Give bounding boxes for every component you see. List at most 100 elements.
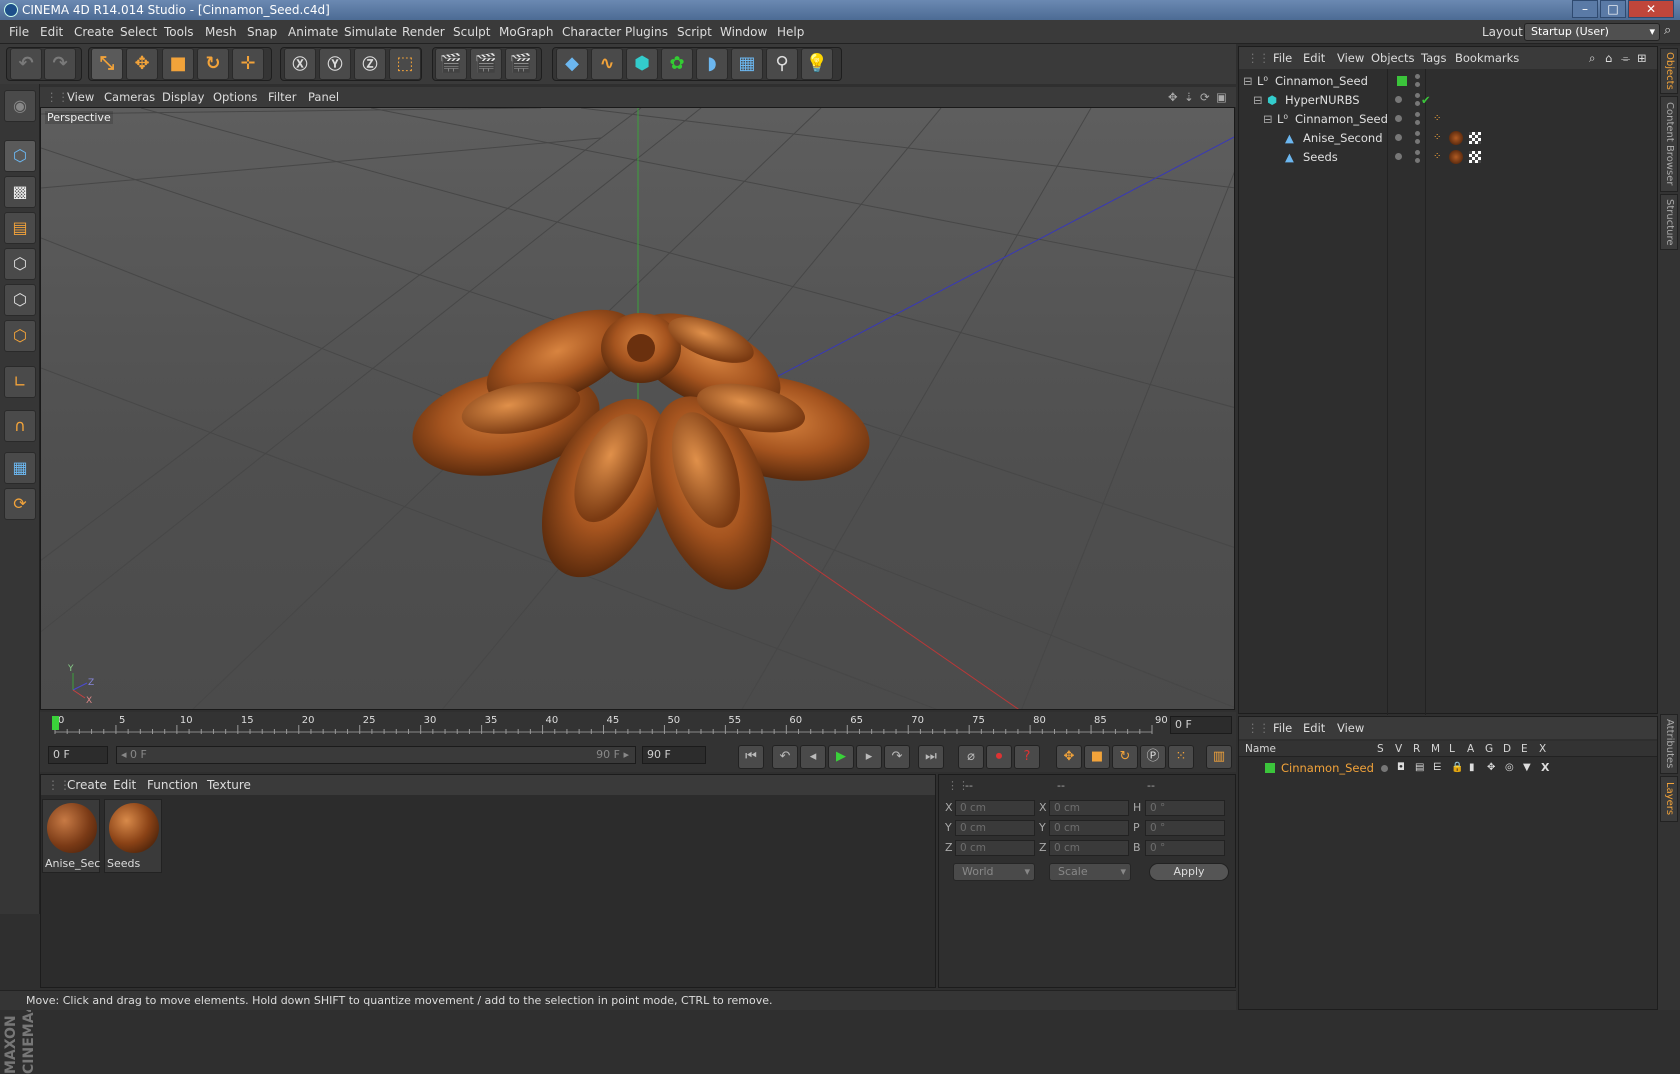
link-icon[interactable]: ⌯ <box>1621 47 1630 69</box>
rotation-b-field[interactable]: 0 ° <box>1145 840 1225 856</box>
rotation-p-field[interactable]: 0 ° <box>1145 820 1225 836</box>
menu-script[interactable]: Script <box>677 20 712 44</box>
subdivision-surface-icon[interactable]: ⬢ <box>626 48 658 80</box>
layer-deformer-icon[interactable]: ◎ <box>1505 759 1514 777</box>
object-menu-edit[interactable]: Edit <box>1303 47 1325 69</box>
object-row[interactable]: ▲ Seeds ⁘ <box>1239 147 1657 167</box>
object-row[interactable]: ⊟ ⬢ HyperNURBS ✔ <box>1239 90 1657 110</box>
autokey-icon[interactable]: ⏺ <box>986 745 1012 769</box>
apply-button[interactable]: Apply <box>1149 863 1229 881</box>
z-axis-lock-icon[interactable]: Ⓩ <box>354 48 386 80</box>
keyframe-record-icon[interactable]: ⌀ <box>958 745 984 769</box>
rotation-h-field[interactable]: 0 ° <box>1145 800 1225 816</box>
layer-xref-icon[interactable]: X <box>1541 759 1549 777</box>
object-row[interactable]: ▲ Anise_Second ⁘ <box>1239 128 1657 148</box>
layer-lock-icon[interactable]: 🔒 <box>1451 759 1463 777</box>
layer-col-expressions[interactable]: E <box>1521 741 1528 757</box>
menu-help[interactable]: Help <box>777 20 804 44</box>
menu-file[interactable]: File <box>9 20 29 44</box>
object-row[interactable]: ⊟ L⁰ Cinnamon_Seed <box>1239 71 1657 91</box>
timeline-ruler[interactable]: 0 5 10 15 20 25 30 35 40 45 50 55 60 65 70 75 80 85 90 0 F <box>40 712 1236 740</box>
viewport-menu-display[interactable]: Display <box>162 87 204 107</box>
key-position-icon[interactable]: ✥ <box>1056 745 1082 769</box>
go-to-end-icon[interactable]: ⏭ <box>918 745 944 769</box>
menu-create[interactable]: Create <box>74 20 114 44</box>
render-dot[interactable] <box>1415 120 1420 125</box>
current-frame-field[interactable]: 0 F <box>1170 716 1232 734</box>
maximize-button[interactable]: □ <box>1600 0 1626 18</box>
layer-col-view[interactable]: V <box>1395 741 1402 757</box>
layer-col-manager[interactable]: M <box>1431 741 1440 757</box>
object-menu-objects[interactable]: Objects <box>1371 47 1414 69</box>
end-frame-field[interactable]: 90 F <box>642 746 706 764</box>
play-icon[interactable]: ▶ <box>828 745 854 769</box>
cloner-icon[interactable]: ✿ <box>661 48 693 80</box>
undo-icon[interactable]: ↶ <box>10 48 42 80</box>
menu-mograph[interactable]: MoGraph <box>499 20 554 44</box>
enabled-check-icon[interactable]: ✔ <box>1421 90 1431 110</box>
layer-animation-icon[interactable]: ▮ <box>1469 759 1475 777</box>
layer-menu-view[interactable]: View <box>1337 717 1364 739</box>
object-menu-tags[interactable]: Tags <box>1421 47 1446 69</box>
cube-icon[interactable]: ◆ <box>556 48 588 80</box>
texture-mode-icon[interactable]: ▩ <box>4 176 36 208</box>
search-icon[interactable]: ⌕ <box>1589 47 1595 69</box>
scale-icon[interactable]: ■ <box>162 48 194 80</box>
layer-generator-icon[interactable]: ✥ <box>1487 759 1495 777</box>
render-settings-icon[interactable]: 🎬 <box>505 48 537 80</box>
material-menu-create[interactable]: Create <box>67 775 107 795</box>
render-picture-viewer-icon[interactable]: 🎬 <box>470 48 502 80</box>
layer-col-locked[interactable]: L <box>1449 741 1455 757</box>
live-selection-icon[interactable]: ⤡ <box>91 48 123 80</box>
layer-view-icon[interactable]: ◘ <box>1397 759 1405 777</box>
camera-icon[interactable]: ⚲ <box>766 48 798 80</box>
deformer-icon[interactable]: ◗ <box>696 48 728 80</box>
position-x-field[interactable]: 0 cm <box>955 800 1035 816</box>
layer-col-solo[interactable]: S <box>1377 741 1384 757</box>
coord-transform-dropdown[interactable]: Scale ▾ <box>1049 863 1131 881</box>
viewport-maximize-icon[interactable]: ▣ <box>1216 87 1227 107</box>
snap-magnet-icon[interactable]: ∩ <box>4 410 36 442</box>
render-dot[interactable] <box>1415 101 1420 106</box>
menu-character[interactable]: Character <box>562 20 621 44</box>
position-y-field[interactable]: 0 cm <box>955 820 1035 836</box>
playhead[interactable] <box>52 716 59 730</box>
floor-icon[interactable]: ▦ <box>731 48 763 80</box>
uvw-tag-icon[interactable] <box>1469 151 1481 163</box>
tab-attributes[interactable]: Attributes <box>1660 714 1678 774</box>
material-swatch[interactable]: Seeds <box>104 799 162 873</box>
layer-col-render[interactable]: R <box>1413 741 1420 757</box>
timeline-window-icon[interactable]: ▥ <box>1206 745 1232 769</box>
redo-icon[interactable]: ↷ <box>44 48 76 80</box>
menu-simulate[interactable]: Simulate <box>344 20 397 44</box>
keyframe-help-icon[interactable]: ? <box>1014 745 1040 769</box>
phong-tag-icon[interactable]: ⁘ <box>1433 147 1441 167</box>
position-z-field[interactable]: 0 cm <box>955 840 1035 856</box>
minimize-button[interactable]: – <box>1572 0 1598 18</box>
visibility-dot[interactable] <box>1415 74 1420 79</box>
new-window-icon[interactable]: ⊞ <box>1637 47 1647 69</box>
close-button[interactable]: ✕ <box>1628 0 1674 18</box>
layer-render-icon[interactable]: ▤ <box>1415 759 1424 777</box>
phong-tag-icon[interactable]: ⁘ <box>1433 128 1441 148</box>
tab-objects[interactable]: Objects <box>1660 48 1678 94</box>
viewport-menu-panel[interactable]: Panel <box>308 87 339 107</box>
object-row[interactable]: ⊟ L⁰ Cinnamon_Seed ⁘ <box>1239 109 1657 129</box>
collapse-icon[interactable]: ⊟ <box>1243 71 1253 91</box>
coord-mode-dropdown[interactable]: World ▾ <box>953 863 1035 881</box>
axis-mode-icon[interactable]: ∟ <box>4 366 36 398</box>
object-menu-file[interactable]: File <box>1273 47 1292 69</box>
menu-plugins[interactable]: Plugins <box>625 20 668 44</box>
workplane-lock-icon[interactable]: ▦ <box>4 452 36 484</box>
key-scale-icon[interactable]: ■ <box>1084 745 1110 769</box>
points-mode-icon[interactable]: ⬡ <box>4 248 36 280</box>
menu-edit[interactable]: Edit <box>40 20 63 44</box>
collapse-icon[interactable]: ⊟ <box>1263 109 1273 129</box>
layout-dropdown[interactable]: Startup (User) ▾ <box>1524 23 1660 41</box>
viewport-zoom-icon[interactable]: ⇣ <box>1184 87 1194 107</box>
viewport-menu-filter[interactable]: Filter <box>268 87 296 107</box>
render-dot[interactable] <box>1415 139 1420 144</box>
model-mode-icon[interactable]: ⬡ <box>4 140 36 172</box>
key-parameter-icon[interactable]: Ⓟ <box>1140 745 1166 769</box>
workplane-rotate-icon[interactable]: ⟳ <box>4 488 36 520</box>
